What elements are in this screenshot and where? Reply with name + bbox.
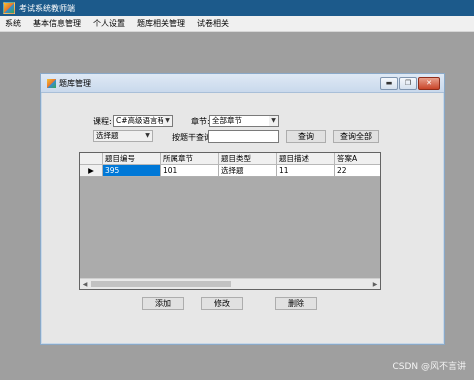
minimize-button[interactable]: ▬ xyxy=(380,77,398,90)
table-row[interactable]: ▶ 395 101 选择题 11 22 xyxy=(80,165,380,177)
column-header[interactable]: 题目描述 xyxy=(277,153,335,165)
menu-system[interactable]: 系统 xyxy=(0,18,27,29)
child-titlebar[interactable]: 题库管理 ▬ ❐ ✕ xyxy=(41,74,444,93)
question-type-select[interactable]: 选择题 ▼ xyxy=(93,130,153,142)
chevron-down-icon[interactable]: ▼ xyxy=(143,131,152,141)
add-button[interactable]: 添加 xyxy=(142,297,184,310)
question-type-value: 选择题 xyxy=(96,131,119,140)
chevron-down-icon[interactable]: ▼ xyxy=(163,116,172,126)
close-button[interactable]: ✕ xyxy=(418,77,440,90)
menu-basic-info[interactable]: 基本信息管理 xyxy=(27,18,87,29)
table-cell[interactable]: 选择题 xyxy=(219,165,277,177)
column-header[interactable]: 题目类型 xyxy=(219,153,277,165)
keyword-input[interactable] xyxy=(208,130,279,143)
app-title: 考试系统教师端 xyxy=(19,3,75,13)
search-all-button[interactable]: 查询全部 xyxy=(333,130,379,143)
course-select[interactable]: C#高级语言程序 ▼ xyxy=(113,115,173,127)
table-cell[interactable]: 395 xyxy=(103,165,161,177)
table-cell[interactable]: 101 xyxy=(161,165,219,177)
app-icon xyxy=(3,2,15,14)
delete-button[interactable]: 删除 xyxy=(275,297,317,310)
chapter-select[interactable]: 全部章节 ▼ xyxy=(209,115,279,127)
edit-button[interactable]: 修改 xyxy=(201,297,243,310)
scrollbar-thumb[interactable] xyxy=(91,281,231,287)
watermark: CSDN @风不言讲 xyxy=(392,362,466,372)
table-cell[interactable]: 22 xyxy=(335,165,380,177)
table-cell[interactable]: 11 xyxy=(277,165,335,177)
column-header[interactable]: 答案A xyxy=(335,153,380,165)
question-bank-window: 题库管理 ▬ ❐ ✕ 课程: C#高级语言程序 ▼ 章节: 全部章节 ▼ 选择题… xyxy=(40,73,445,345)
menu-exam-paper[interactable]: 试卷相关 xyxy=(191,18,235,29)
question-grid[interactable]: 题目编号 所属章节 题目类型 题目描述 答案A ▶ 395 101 选择题 11… xyxy=(79,152,381,290)
search-button[interactable]: 查询 xyxy=(286,130,326,143)
column-header[interactable]: 所属章节 xyxy=(161,153,219,165)
grid-header: 题目编号 所属章节 题目类型 题目描述 答案A xyxy=(80,153,380,165)
scroll-left-icon[interactable]: ◀ xyxy=(80,279,90,289)
child-title: 题库管理 xyxy=(59,78,91,88)
menu-question-bank[interactable]: 题库相关管理 xyxy=(131,18,191,29)
chevron-down-icon[interactable]: ▼ xyxy=(269,116,278,126)
app-titlebar: 考试系统教师端 xyxy=(0,0,474,16)
form-icon xyxy=(47,78,56,88)
current-row-icon[interactable]: ▶ xyxy=(80,165,103,177)
restore-button[interactable]: ❐ xyxy=(399,77,417,90)
horizontal-scrollbar[interactable]: ◀ ▶ xyxy=(80,278,380,289)
course-label: 课程: xyxy=(93,117,112,126)
grid-corner xyxy=(80,153,103,165)
chapter-label: 章节: xyxy=(191,117,210,126)
chapter-value: 全部章节 xyxy=(212,116,242,125)
menu-personal-settings[interactable]: 个人设置 xyxy=(87,18,131,29)
column-header[interactable]: 题目编号 xyxy=(103,153,161,165)
keyword-label: 按题干查询 xyxy=(172,133,212,142)
scroll-right-icon[interactable]: ▶ xyxy=(370,279,380,289)
menu-bar: 系统 基本信息管理 个人设置 题库相关管理 试卷相关 xyxy=(0,16,474,32)
